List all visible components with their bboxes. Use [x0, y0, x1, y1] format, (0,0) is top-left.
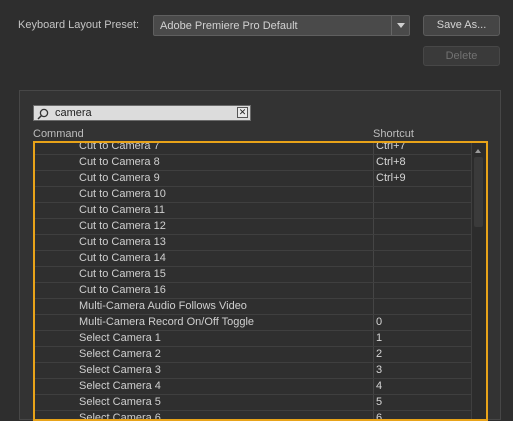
close-icon[interactable]: ✕: [237, 107, 248, 118]
table-row[interactable]: Cut to Camera 7 Ctrl+7: [35, 141, 471, 155]
command-name: Cut to Camera 8: [79, 156, 160, 168]
command-name: Multi-Camera Audio Follows Video: [79, 300, 247, 312]
search-icon: [37, 108, 49, 120]
command-name: Select Camera 1: [79, 332, 161, 344]
shortcut-value[interactable]: 3: [376, 364, 382, 376]
table-row[interactable]: Multi-Camera Record On/Off Toggle 0: [35, 315, 471, 331]
shortcut-value[interactable]: 5: [376, 396, 382, 408]
command-name: Cut to Camera 10: [79, 188, 166, 200]
table-row[interactable]: Select Camera 2 2: [35, 347, 471, 363]
command-name: Cut to Camera 15: [79, 268, 166, 280]
command-rows: Cut to Camera 7 Ctrl+7 Cut to Camera 8 Ctr…: [35, 141, 471, 421]
command-name: Select Camera 4: [79, 380, 161, 392]
vertical-scrollbar[interactable]: [471, 143, 486, 419]
table-row[interactable]: Cut to Camera 15: [35, 267, 471, 283]
command-name: Select Camera 3: [79, 364, 161, 376]
search-input[interactable]: camera ✕: [33, 105, 251, 121]
command-name: Select Camera 6: [79, 412, 161, 421]
shortcut-value[interactable]: Ctrl+9: [376, 172, 406, 184]
preset-dropdown[interactable]: Adobe Premiere Pro Default: [153, 15, 410, 36]
column-header-shortcut[interactable]: Shortcut: [373, 128, 414, 140]
command-name: Cut to Camera 9: [79, 172, 160, 184]
delete-button[interactable]: Delete: [423, 46, 500, 66]
command-name: Select Camera 2: [79, 348, 161, 360]
command-name: Select Camera 5: [79, 396, 161, 408]
shortcut-value[interactable]: 2: [376, 348, 382, 360]
scrollbar-thumb[interactable]: [474, 157, 483, 227]
table-row[interactable]: Cut to Camera 9 Ctrl+9: [35, 171, 471, 187]
table-row[interactable]: Select Camera 4 4: [35, 379, 471, 395]
command-name: Cut to Camera 7: [79, 141, 160, 152]
shortcut-value[interactable]: 1: [376, 332, 382, 344]
command-name: Cut to Camera 16: [79, 284, 166, 296]
shortcut-value[interactable]: Ctrl+8: [376, 156, 406, 168]
table-row[interactable]: Cut to Camera 8 Ctrl+8: [35, 155, 471, 171]
table-row[interactable]: Cut to Camera 13: [35, 235, 471, 251]
chevron-down-icon[interactable]: [391, 16, 409, 35]
table-row[interactable]: Select Camera 6 6: [35, 411, 471, 421]
table-row[interactable]: Select Camera 1 1: [35, 331, 471, 347]
scroll-up-arrow-icon[interactable]: [475, 149, 481, 153]
shortcut-value[interactable]: 0: [376, 316, 382, 328]
shortcut-value[interactable]: 6: [376, 412, 382, 419]
column-header-command[interactable]: Command: [33, 128, 84, 140]
search-value: camera: [55, 107, 92, 119]
command-name: Cut to Camera 13: [79, 236, 166, 248]
preset-dropdown-value: Adobe Premiere Pro Default: [160, 20, 298, 32]
table-row[interactable]: Select Camera 3 3: [35, 363, 471, 379]
command-name: Cut to Camera 12: [79, 220, 166, 232]
table-row[interactable]: Select Camera 5 5: [35, 395, 471, 411]
shortcut-value[interactable]: 4: [376, 380, 382, 392]
preset-label: Keyboard Layout Preset:: [18, 19, 140, 31]
table-row[interactable]: Cut to Camera 11: [35, 203, 471, 219]
command-name: Cut to Camera 11: [79, 204, 166, 216]
table-row[interactable]: Cut to Camera 14: [35, 251, 471, 267]
command-name: Cut to Camera 14: [79, 252, 166, 264]
table-row[interactable]: Multi-Camera Audio Follows Video: [35, 299, 471, 315]
table-row[interactable]: Cut to Camera 10: [35, 187, 471, 203]
save-as-button[interactable]: Save As...: [423, 15, 500, 36]
table-row[interactable]: Cut to Camera 16: [35, 283, 471, 299]
command-list[interactable]: Cut to Camera 7 Ctrl+7 Cut to Camera 8 Ctr…: [33, 141, 488, 421]
command-name: Multi-Camera Record On/Off Toggle: [79, 316, 255, 328]
table-row[interactable]: Cut to Camera 12: [35, 219, 471, 235]
shortcut-value[interactable]: Ctrl+7: [376, 143, 406, 152]
